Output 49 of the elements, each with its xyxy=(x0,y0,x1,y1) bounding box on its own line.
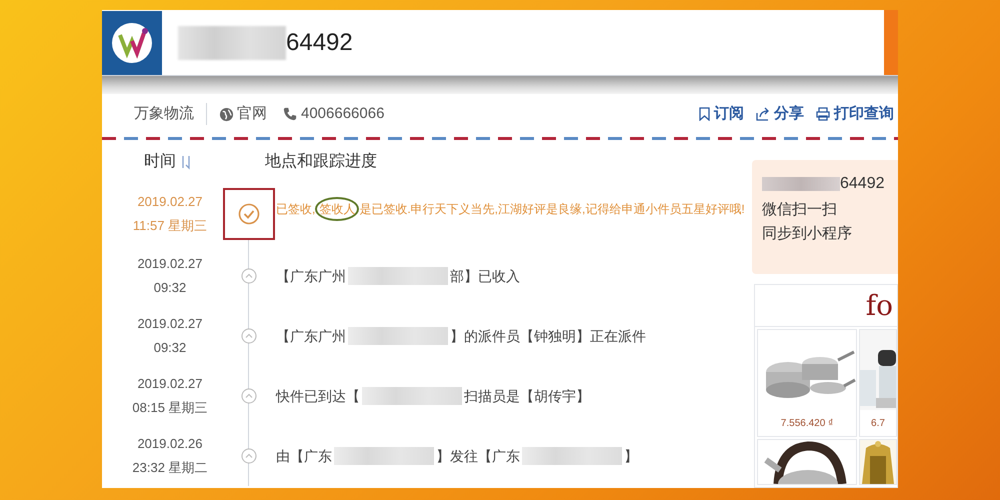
share-link[interactable]: 分享 xyxy=(756,102,804,126)
event-text: 】的派件员【钟独明】正在派件 xyxy=(450,326,646,346)
event-text: 】发往【广东 xyxy=(436,446,520,466)
website-link[interactable]: 官网 xyxy=(219,102,267,126)
event-time: 08:15 星期三 xyxy=(132,399,208,417)
event-text: 由【广东 xyxy=(276,446,332,466)
event-time: 11:57 星期三 xyxy=(132,217,208,235)
event-text: 快件已到达【 xyxy=(276,386,360,406)
globe-icon xyxy=(219,106,234,122)
event-text: 部】已收入 xyxy=(450,266,520,286)
brand-logo: fo xyxy=(866,292,893,320)
tracking-number: 64492 xyxy=(840,174,884,194)
header-edge xyxy=(884,10,898,75)
event-time: 09:32 xyxy=(154,339,186,357)
delivery-message: 已签收, 签收人 是已签收.申行天下义当先,江湖好评是良缘,记得给申通小件员五星好评哦! xyxy=(276,198,746,220)
event-text: 【广东广州 xyxy=(276,266,346,286)
event-time: 23:32 星期二 xyxy=(132,459,208,477)
event-time: 09:32 xyxy=(154,279,186,297)
phone-icon xyxy=(283,107,297,121)
phone-link[interactable]: 4006666066 xyxy=(283,102,384,126)
company-name: 万象物流 xyxy=(134,104,194,124)
print-link[interactable]: 打印查询 xyxy=(816,102,894,126)
event-date: 2019.02.27 xyxy=(137,315,203,333)
product-price: 6.7 xyxy=(871,417,885,431)
printer-icon xyxy=(816,107,830,121)
event-date: 2019.02.26 xyxy=(137,435,203,453)
event-date: 2019.02.27 xyxy=(137,193,203,211)
chevron-circle-icon xyxy=(241,268,257,284)
product-card[interactable]: 7.556.420 ₫ xyxy=(757,329,857,437)
event-date: 2019.02.27 xyxy=(137,255,203,273)
card-text: 微信扫一扫 xyxy=(762,200,838,220)
chevron-circle-icon xyxy=(241,388,257,404)
bookmark-icon xyxy=(699,107,710,121)
event-text: 扫描员是【胡传宇】 xyxy=(464,386,590,406)
product-card[interactable]: 6.7 xyxy=(859,329,897,437)
tracking-number: 64492 xyxy=(286,28,353,58)
column-header: 地点和跟踪进度 xyxy=(265,152,377,172)
event-date: 2019.02.27 xyxy=(137,375,203,393)
event-text: 【广东广州 xyxy=(276,326,346,346)
product-price: 7.556.420 ₫ xyxy=(780,417,834,431)
chevron-circle-icon xyxy=(241,328,257,344)
event-text: 】 xyxy=(624,446,638,466)
subscribe-link[interactable]: 订阅 xyxy=(699,102,744,126)
share-icon xyxy=(756,107,770,121)
card-text: 同步到小程序 xyxy=(762,224,853,244)
column-header: 时间 xyxy=(144,152,176,172)
sort-icon[interactable] xyxy=(180,154,192,170)
chevron-circle-icon xyxy=(241,448,257,464)
check-circle-icon xyxy=(238,203,260,225)
